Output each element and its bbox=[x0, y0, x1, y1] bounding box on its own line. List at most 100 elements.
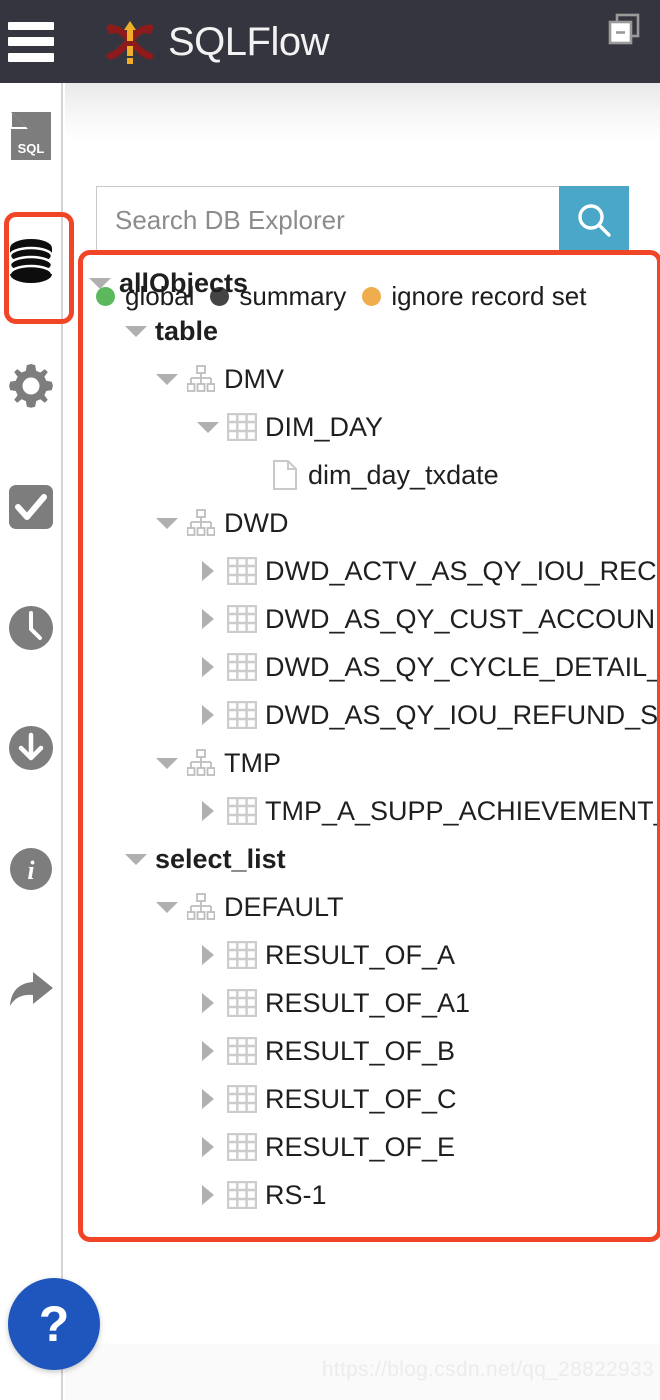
rail-item-settings[interactable] bbox=[0, 355, 61, 417]
table-icon-wrap bbox=[223, 1181, 261, 1209]
search-input[interactable] bbox=[96, 186, 559, 254]
tree-node-toggle-collapsed[interactable] bbox=[193, 595, 223, 643]
table-icon-wrap bbox=[223, 797, 261, 825]
schema-icon bbox=[187, 365, 215, 392]
tree-node[interactable]: RESULT_OF_E bbox=[81, 1123, 660, 1171]
chevron-right-icon bbox=[202, 1041, 214, 1061]
hamburger-menu-icon[interactable] bbox=[8, 21, 54, 62]
tree-node[interactable]: RESULT_OF_A1 bbox=[81, 979, 660, 1027]
chevron-down-icon bbox=[156, 517, 178, 529]
tree-node-toggle-collapsed[interactable] bbox=[193, 1027, 223, 1075]
chevron-right-icon bbox=[202, 1137, 214, 1157]
tree-node-label: RESULT_OF_E bbox=[265, 1131, 456, 1162]
tree-node-label: dim_day_txdate bbox=[308, 459, 499, 490]
tree-node[interactable]: allObjects bbox=[81, 259, 660, 307]
tree-node-label: DWD_AS_QY_CUST_ACCOUN bbox=[265, 603, 656, 634]
tree-node[interactable]: RS-1 bbox=[81, 1171, 660, 1219]
tree-node-label: DEFAULT bbox=[224, 891, 344, 922]
tree-node-toggle-expanded[interactable] bbox=[85, 259, 115, 307]
rail-item-info[interactable]: i bbox=[0, 838, 61, 900]
icon-rail: SQL i bbox=[0, 83, 63, 1400]
tree-node-toggle-collapsed[interactable] bbox=[193, 787, 223, 835]
tree-node-toggle-collapsed[interactable] bbox=[193, 979, 223, 1027]
column-icon-wrap bbox=[266, 460, 304, 490]
rail-item-sql-file[interactable]: SQL bbox=[0, 105, 61, 167]
tree-node-toggle-collapsed[interactable] bbox=[193, 1171, 223, 1219]
tree-node-toggle-expanded[interactable] bbox=[193, 403, 223, 451]
tree-node[interactable]: TMP bbox=[81, 739, 660, 787]
tree-node[interactable]: DWD_ACTV_AS_QY_IOU_REC bbox=[81, 547, 660, 595]
tree-node[interactable]: DEFAULT bbox=[81, 883, 660, 931]
rail-item-db-explorer[interactable] bbox=[0, 233, 61, 295]
chevron-down-icon bbox=[125, 853, 147, 865]
tree-node[interactable]: RESULT_OF_C bbox=[81, 1075, 660, 1123]
tree-node-label: table bbox=[155, 315, 219, 346]
tree-node-toggle-expanded[interactable] bbox=[152, 355, 182, 403]
chevron-down-icon bbox=[156, 757, 178, 769]
table-icon bbox=[227, 701, 257, 729]
tree-node[interactable]: DMV bbox=[81, 355, 660, 403]
tree-node-toggle-expanded[interactable] bbox=[121, 835, 151, 883]
tree-node-toggle-collapsed[interactable] bbox=[193, 691, 223, 739]
search-bar bbox=[96, 186, 629, 254]
tree-node-toggle-expanded[interactable] bbox=[121, 307, 151, 355]
table-icon-wrap bbox=[223, 989, 261, 1017]
tree-node[interactable]: DWD_AS_QY_CYCLE_DETAIL_ bbox=[81, 643, 660, 691]
schema-icon bbox=[187, 893, 215, 920]
tree-node-toggle-expanded[interactable] bbox=[152, 739, 182, 787]
table-icon-wrap bbox=[223, 1133, 261, 1161]
clock-icon bbox=[8, 606, 53, 650]
tree-node[interactable]: table bbox=[81, 307, 660, 355]
tree-node[interactable]: RESULT_OF_B bbox=[81, 1027, 660, 1075]
tree-node[interactable]: DWD bbox=[81, 499, 660, 547]
tree-node[interactable]: dim_day_txdate bbox=[81, 451, 660, 499]
tree-node-toggle-collapsed[interactable] bbox=[193, 1123, 223, 1171]
chevron-down-icon bbox=[156, 373, 178, 385]
search-button[interactable] bbox=[559, 186, 629, 254]
chevron-down-icon bbox=[125, 325, 147, 337]
rail-item-download[interactable] bbox=[0, 717, 61, 779]
chevron-right-icon bbox=[202, 945, 214, 965]
chevron-right-icon bbox=[202, 1089, 214, 1109]
tree-node[interactable]: select_list bbox=[81, 835, 660, 883]
table-icon bbox=[227, 605, 257, 633]
column-icon bbox=[273, 460, 297, 490]
tree-node-toggle-collapsed[interactable] bbox=[193, 931, 223, 979]
brand[interactable]: SQLFlow bbox=[104, 16, 330, 68]
chevron-right-icon bbox=[202, 993, 214, 1013]
tree-node-label: TMP bbox=[224, 747, 281, 778]
help-button[interactable]: ? bbox=[8, 1278, 100, 1370]
tree-node[interactable]: DIM_DAY bbox=[81, 403, 660, 451]
table-icon-wrap bbox=[223, 653, 261, 681]
tree-node-toggle-collapsed[interactable] bbox=[193, 547, 223, 595]
chevron-right-icon bbox=[202, 705, 214, 725]
tree-node-toggle-expanded[interactable] bbox=[152, 499, 182, 547]
table-icon bbox=[227, 797, 257, 825]
table-icon bbox=[227, 989, 257, 1017]
check-square-icon bbox=[8, 485, 53, 529]
hamburger-bar bbox=[8, 21, 54, 31]
chevron-right-icon bbox=[202, 561, 214, 581]
hamburger-bar bbox=[8, 52, 54, 62]
tree-node[interactable]: TMP_A_SUPP_ACHIEVEMENT_ bbox=[81, 787, 660, 835]
tree-node[interactable]: RESULT_OF_A bbox=[81, 931, 660, 979]
tree-node-toggle-collapsed[interactable] bbox=[193, 643, 223, 691]
tree-node-toggle-collapsed[interactable] bbox=[193, 1075, 223, 1123]
table-icon-wrap bbox=[223, 941, 261, 969]
table-icon-wrap bbox=[223, 413, 261, 441]
collapse-all-button[interactable] bbox=[607, 12, 641, 46]
rail-item-validate[interactable] bbox=[0, 476, 61, 538]
schema-icon-wrap bbox=[182, 365, 220, 393]
gear-icon bbox=[8, 364, 53, 408]
rail-item-history[interactable] bbox=[0, 597, 61, 659]
tree-node[interactable]: DWD_AS_QY_CUST_ACCOUN bbox=[81, 595, 660, 643]
rail-item-share[interactable] bbox=[0, 958, 61, 1020]
tree-node[interactable]: DWD_AS_QY_IOU_REFUND_S bbox=[81, 691, 660, 739]
tree-node-toggle-expanded[interactable] bbox=[152, 883, 182, 931]
tree-node-label: DMV bbox=[224, 363, 284, 394]
chevron-right-icon bbox=[202, 609, 214, 629]
table-icon bbox=[227, 1181, 257, 1209]
svg-text:i: i bbox=[27, 856, 35, 885]
table-icon bbox=[227, 557, 257, 585]
table-icon-wrap bbox=[223, 1037, 261, 1065]
